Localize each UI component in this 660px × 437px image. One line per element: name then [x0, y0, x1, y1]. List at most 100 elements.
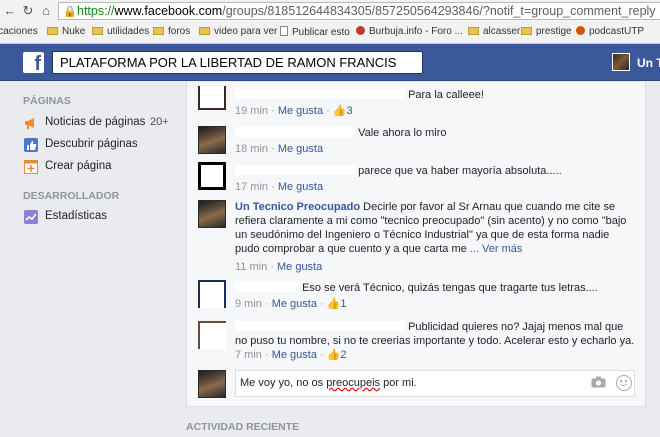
- bookmark-item[interactable]: Publicar esto: [280, 26, 350, 38]
- facebook-logo-icon[interactable]: f: [23, 52, 44, 73]
- comment-text: Un Tecnico Preocupado Decirle por favor …: [235, 200, 635, 256]
- address-bar[interactable]: 🔒 https://www.facebook.com/groups/818512…: [58, 2, 660, 20]
- avatar[interactable]: [198, 126, 226, 154]
- url-path: /groups/818512644834305/857250564293846/…: [222, 4, 656, 18]
- like-button[interactable]: Me gusta: [278, 181, 323, 193]
- comment-meta: 19 min · Me gusta · 👍3: [235, 105, 353, 117]
- comment-meta: 7 min · Me gusta · 👍2: [235, 349, 347, 361]
- folder-icon: [153, 27, 164, 35]
- bookmark-label: utilidades: [107, 26, 150, 37]
- sidebar-item-label: Descubrir páginas: [45, 138, 138, 150]
- url-scheme: https://: [77, 4, 115, 18]
- search-input-value: PLATAFORMA POR LA LIBERTAD DE RAMON FRAN…: [60, 55, 397, 70]
- bookmark-item[interactable]: Nuke: [47, 26, 85, 37]
- like-button[interactable]: Me gusta: [277, 261, 322, 273]
- back-icon[interactable]: ←: [2, 3, 18, 19]
- avatar[interactable]: [198, 162, 226, 190]
- like-button[interactable]: Me gusta: [278, 143, 323, 155]
- comment-meta: 18 min · Me gusta: [235, 143, 324, 155]
- search-input[interactable]: PLATAFORMA POR LA LIBERTAD DE RAMON FRAN…: [52, 51, 423, 74]
- bookmark-item[interactable]: video para ver: [199, 26, 277, 37]
- megaphone-icon: [24, 116, 38, 130]
- comment-input-text: por mi.: [380, 377, 417, 389]
- reload-icon[interactable]: ↻: [20, 3, 36, 19]
- bookmark-label: podcastUTP: [589, 26, 645, 37]
- like-button[interactable]: Me gusta: [272, 349, 317, 361]
- comment-thread: Para la calleee! 19 min · Me gusta · 👍3 …: [186, 82, 646, 407]
- camera-icon[interactable]: [591, 376, 607, 390]
- comment-text: Para la calleee!: [235, 88, 635, 102]
- comment-meta: 9 min · Me gusta · 👍1: [235, 298, 347, 310]
- bookmark-label: foros: [168, 26, 191, 37]
- bookmark-label: alcasser: [483, 26, 521, 37]
- bookmark-item[interactable]: utilidades: [92, 26, 149, 37]
- bookmark-label: Publicar esto: [292, 27, 350, 38]
- folder-icon: [47, 27, 58, 35]
- lock-icon: 🔒: [63, 6, 77, 18]
- comment-body: Vale ahora lo miro: [358, 127, 447, 139]
- comment-input-text: Me voy yo, no os: [240, 377, 327, 389]
- burbuja-icon: [356, 26, 365, 35]
- comment-input[interactable]: Me voy yo, no os preocupeis por mi.: [235, 370, 635, 397]
- emoji-icon[interactable]: [616, 375, 632, 391]
- comment-time[interactable]: 11 min: [235, 261, 267, 273]
- sidebar-heading-pages: PÁGINAS: [23, 95, 71, 107]
- browser-nav-row: ← ↻ ⌂ 🔒 https://www.facebook.com/groups/…: [0, 0, 660, 22]
- bookmark-label: Burbuja.info - Foro ...: [369, 26, 463, 37]
- bookmarks-bar: icaciones Nuke utilidades foros video pa…: [0, 22, 660, 43]
- avatar[interactable]: [198, 200, 226, 228]
- sidebar-item-label: Crear página: [45, 160, 112, 172]
- bookmark-label: Nuke: [62, 26, 86, 37]
- folder-icon: [521, 27, 532, 35]
- bookmark-label: icaciones: [0, 26, 38, 37]
- comment-meta: 11 min · Me gusta: [235, 261, 323, 273]
- comment-time[interactable]: 17 min: [235, 181, 268, 193]
- like-thumb-icon[interactable]: 👍: [327, 298, 341, 310]
- comment-time[interactable]: 7 min: [235, 349, 262, 361]
- avatar[interactable]: [198, 280, 226, 308]
- comment-composer: Me voy yo, no os preocupeis por mi.: [187, 367, 647, 401]
- url-host: www.facebook.com: [114, 4, 223, 18]
- folder-icon: [92, 27, 103, 35]
- like-button[interactable]: Me gusta: [272, 298, 317, 310]
- bookmark-item[interactable]: podcastUTP: [576, 26, 644, 37]
- comment-time[interactable]: 19 min: [235, 105, 268, 117]
- sidebar-heading-developer: DESARROLLADOR: [23, 190, 120, 202]
- comment-text: Eso se verá Técnico, quizás tengas que t…: [235, 281, 635, 295]
- sidebar-item-label: Noticias de páginas: [45, 116, 146, 128]
- bookmark-item[interactable]: Burbuja.info - Foro ...: [356, 26, 463, 37]
- avatar[interactable]: [198, 86, 226, 110]
- redacted-author: [235, 127, 355, 137]
- bookmark-item[interactable]: prestige: [521, 26, 572, 37]
- notification-count: 20+: [150, 116, 169, 128]
- see-more-link[interactable]: ... Ver más: [470, 243, 523, 255]
- stats-chart-icon: [24, 210, 38, 224]
- avatar: [612, 53, 630, 71]
- thumbs-up-icon: [24, 138, 38, 152]
- comment-body: parece que va haber mayoría absoluta....…: [358, 165, 562, 177]
- redacted-author: [235, 165, 355, 175]
- bookmark-item[interactable]: alcasser: [468, 26, 520, 37]
- left-sidebar: PÁGINAS Noticias de páginas 20+ Descubri…: [0, 82, 185, 437]
- like-count[interactable]: 1: [340, 298, 346, 310]
- bookmark-item[interactable]: foros: [153, 26, 190, 37]
- avatar[interactable]: [198, 321, 226, 349]
- comment-text: Publicidad quieres no? Jajaj menos mal q…: [235, 320, 635, 348]
- comment-time[interactable]: 9 min: [235, 298, 262, 310]
- comment-meta: 17 min · Me gusta: [235, 181, 324, 193]
- comment-author[interactable]: Un Tecnico Preocupado: [235, 201, 360, 213]
- home-icon[interactable]: ⌂: [38, 3, 54, 19]
- misspelled-word: preocupeis: [326, 377, 381, 389]
- like-thumb-icon[interactable]: 👍: [333, 105, 347, 117]
- comment-time[interactable]: 18 min: [235, 143, 268, 155]
- like-count[interactable]: 2: [340, 349, 346, 361]
- avatar: [198, 370, 226, 398]
- bookmark-label: video para ver: [214, 26, 278, 37]
- like-thumb-icon[interactable]: 👍: [327, 349, 341, 361]
- comment-body: Eso se verá Técnico, quizás tengas que t…: [302, 282, 598, 294]
- like-button[interactable]: Me gusta: [278, 105, 323, 117]
- folder-icon: [468, 27, 479, 35]
- bookmark-item[interactable]: icaciones: [0, 26, 38, 37]
- like-count[interactable]: 3: [347, 105, 353, 117]
- comment-body: Para la calleee!: [408, 89, 484, 101]
